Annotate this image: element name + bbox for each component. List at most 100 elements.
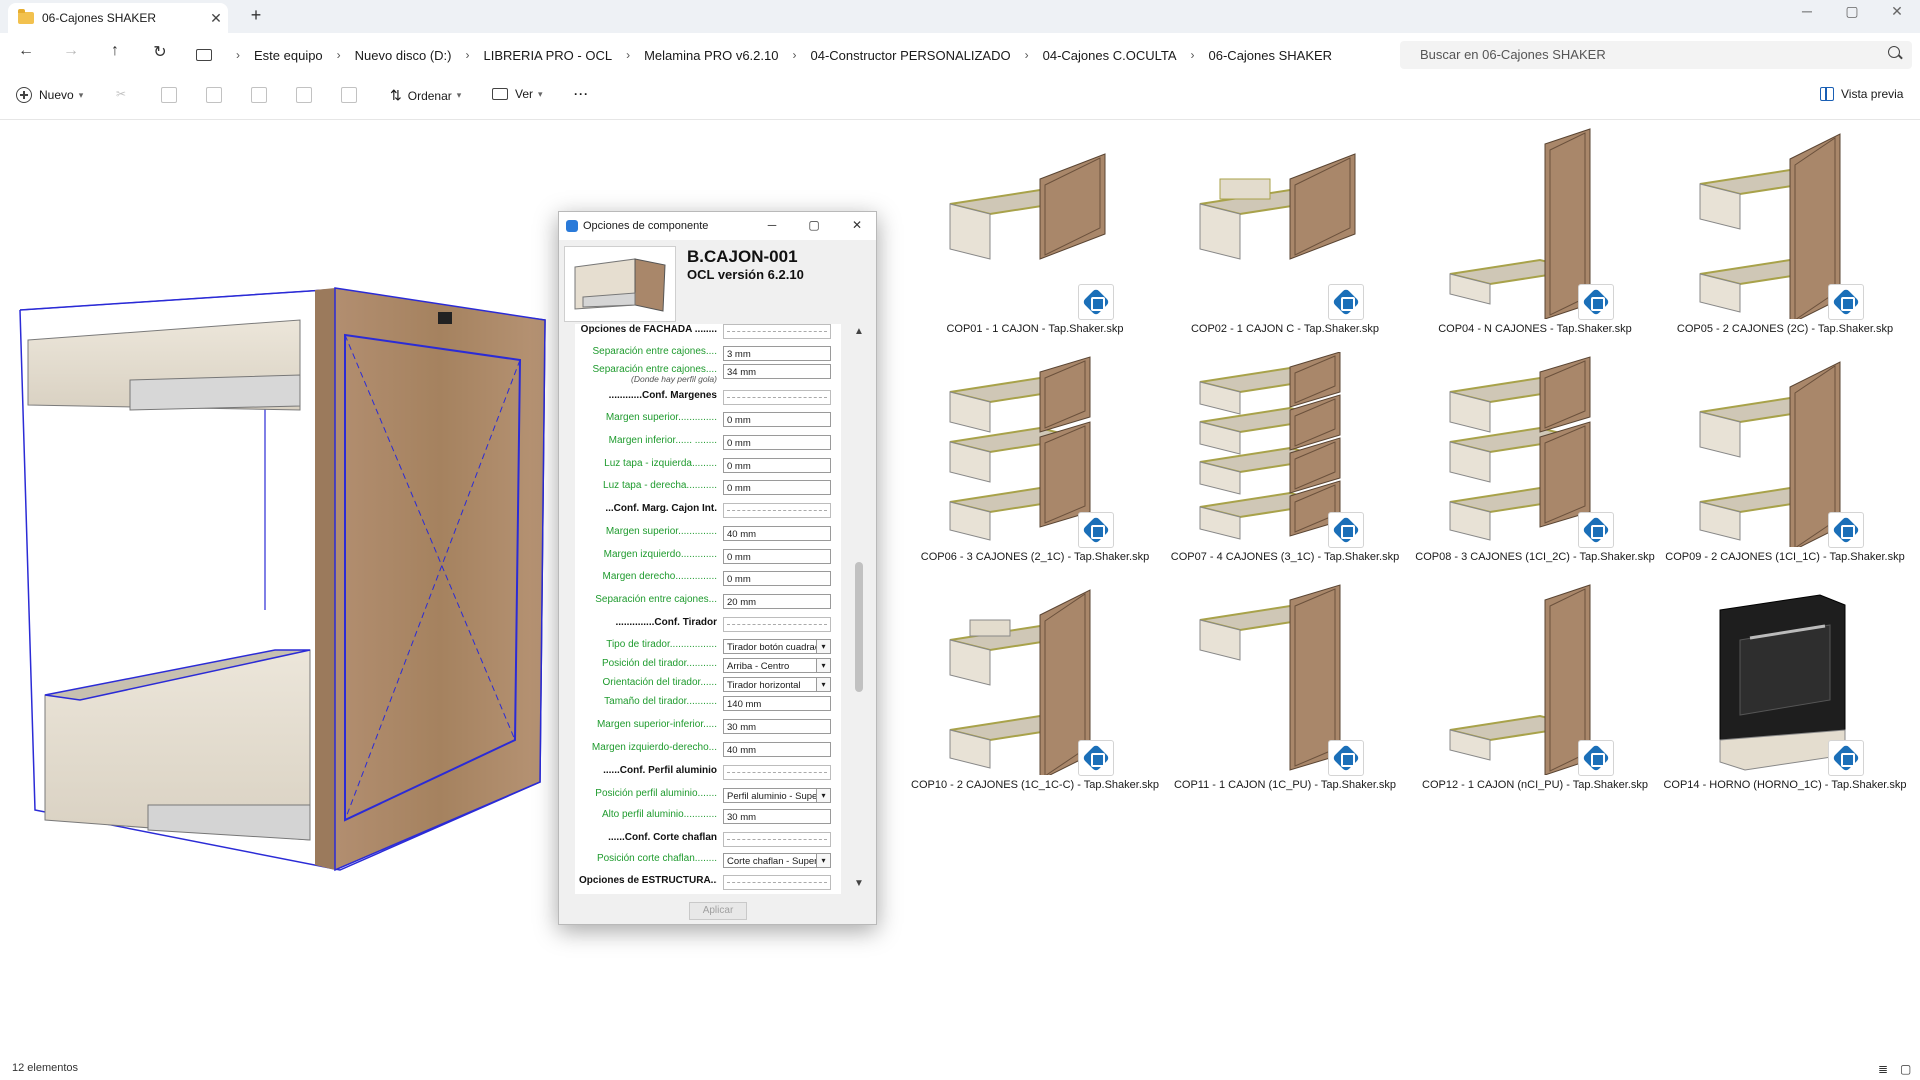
share-button[interactable] xyxy=(296,87,312,103)
chevron-down-icon[interactable]: ▾ xyxy=(816,659,830,672)
breadcrumb-constructor[interactable]: 04-Constructor PERSONALIZADO xyxy=(806,48,1014,63)
option-input[interactable]: 0 mm xyxy=(723,571,831,586)
paste-button[interactable] xyxy=(206,87,222,103)
option-input[interactable]: 140 mm xyxy=(723,696,831,711)
option-select[interactable]: Arriba - Centro ▾ xyxy=(723,658,831,673)
breadcrumb-nuevo-disco[interactable]: Nuevo disco (D:) xyxy=(351,48,456,63)
model-viewport[interactable] xyxy=(0,170,560,890)
sort-button[interactable]: ⇅ Ordenar ▾ xyxy=(390,87,461,104)
breadcrumb-separator[interactable]: › xyxy=(327,48,351,62)
option-select[interactable]: Corte chaflan - Superior ▾ xyxy=(723,853,831,868)
search-icon[interactable] xyxy=(1888,46,1900,58)
option-input[interactable]: 30 mm xyxy=(723,719,831,734)
delete-button[interactable] xyxy=(341,87,357,103)
option-input[interactable]: 20 mm xyxy=(723,594,831,609)
cut-button[interactable]: ✂ xyxy=(116,87,126,101)
chevron-down-icon[interactable]: ▾ xyxy=(816,640,830,653)
option-label: Margen inferior...... ........ xyxy=(579,435,717,446)
more-options-button[interactable]: ··· xyxy=(574,87,589,101)
dialog-close-button[interactable]: ✕ xyxy=(847,218,867,232)
tiles-view-button[interactable]: ▢ xyxy=(1900,1062,1911,1076)
section-separator-field xyxy=(723,832,831,847)
file-item[interactable]: COP14 - HORNO (HORNO_1C) - Tap.Shaker.sk… xyxy=(1660,580,1910,808)
options-scrollbar[interactable]: ▲ ▼ xyxy=(852,324,866,894)
scrollbar-thumb[interactable] xyxy=(855,562,863,692)
breadcrumb-separator[interactable]: › xyxy=(616,48,640,62)
file-item[interactable]: COP02 - 1 CAJON C - Tap.Shaker.skp xyxy=(1160,124,1410,352)
option-value: 0 mm xyxy=(727,483,751,494)
option-input[interactable]: 40 mm xyxy=(723,742,831,757)
shaker-front-panel[interactable] xyxy=(334,287,546,872)
file-item[interactable]: COP08 - 3 CAJONES (1CI_2C) - Tap.Shaker.… xyxy=(1410,352,1660,580)
breadcrumb-separator[interactable]: › xyxy=(455,48,479,62)
minimize-button[interactable]: ─ xyxy=(1792,3,1822,19)
apply-button[interactable]: Aplicar xyxy=(689,902,747,920)
breadcrumb-melamina[interactable]: Melamina PRO v6.2.10 xyxy=(640,48,782,63)
file-item[interactable]: COP09 - 2 CAJONES (1CI_1C) - Tap.Shaker.… xyxy=(1660,352,1910,580)
file-name: COP05 - 2 CAJONES (2C) - Tap.Shaker.skp xyxy=(1676,323,1894,335)
scroll-down-icon[interactable]: ▼ xyxy=(852,878,866,892)
option-label: Orientación del tirador...... xyxy=(579,677,717,688)
option-select[interactable]: Perfil aluminio - Superior ▾ xyxy=(723,788,831,803)
this-pc-icon[interactable] xyxy=(196,49,212,61)
chevron-down-icon[interactable]: ▾ xyxy=(816,854,830,867)
chevron-down-icon[interactable]: ▾ xyxy=(816,678,830,691)
breadcrumb-cajones-shaker[interactable]: 06-Cajones SHAKER xyxy=(1205,48,1337,63)
file-item[interactable]: COP12 - 1 CAJON (nCI_PU) - Tap.Shaker.sk… xyxy=(1410,580,1660,808)
tab-current-folder[interactable]: 06-Cajones SHAKER ✕ xyxy=(8,3,228,33)
breadcrumb-separator[interactable]: › xyxy=(226,48,250,62)
copy-button[interactable] xyxy=(161,87,177,103)
file-item[interactable]: COP10 - 2 CAJONES (1C_1C-C) - Tap.Shaker… xyxy=(910,580,1160,808)
new-button[interactable]: Nuevo ▾ xyxy=(16,87,83,103)
option-label-text: Margen superior-inferior..... xyxy=(596,719,717,730)
search-input[interactable]: Buscar en 06-Cajones SHAKER xyxy=(1400,41,1912,69)
file-item[interactable]: COP01 - 1 CAJON - Tap.Shaker.skp xyxy=(910,124,1160,352)
forward-button[interactable]: → xyxy=(57,42,85,64)
file-item[interactable]: COP04 - N CAJONES - Tap.Shaker.skp xyxy=(1410,124,1660,352)
option-input[interactable]: 0 mm xyxy=(723,480,831,495)
file-item[interactable]: COP06 - 3 CAJONES (2_1C) - Tap.Shaker.sk… xyxy=(910,352,1160,580)
dialog-title-bar[interactable]: Opciones de componente ─ ▢ ✕ xyxy=(559,212,876,240)
option-input[interactable]: 40 mm xyxy=(723,526,831,541)
close-tab-button[interactable]: ✕ xyxy=(204,10,228,27)
option-label: Tipo de tirador................. xyxy=(579,639,717,650)
option-input[interactable]: 34 mm xyxy=(723,364,831,379)
breadcrumb-separator[interactable]: › xyxy=(782,48,806,62)
sketchup-icon xyxy=(566,220,578,232)
rename-button[interactable] xyxy=(251,87,267,103)
option-input[interactable]: 0 mm xyxy=(723,549,831,564)
chevron-down-icon[interactable]: ▾ xyxy=(816,789,830,802)
breadcrumb-este-equipo[interactable]: Este equipo xyxy=(250,48,327,63)
breadcrumb: › Este equipo › Nuevo disco (D:) › LIBRE… xyxy=(196,42,1336,68)
file-item[interactable]: COP05 - 2 CAJONES (2C) - Tap.Shaker.skp xyxy=(1660,124,1910,352)
view-button[interactable]: Ver ▾ xyxy=(492,87,543,101)
address-bar: ← → ↑ ↻ › Este equipo › Nuevo disco (D:)… xyxy=(0,33,1920,76)
option-input[interactable]: 0 mm xyxy=(723,412,831,427)
new-tab-button[interactable]: + xyxy=(244,5,268,26)
breadcrumb-libreria[interactable]: LIBRERIA PRO - OCL xyxy=(479,48,616,63)
dialog-maximize-button[interactable]: ▢ xyxy=(804,218,824,232)
option-input[interactable]: 3 mm xyxy=(723,346,831,361)
option-input[interactable]: 0 mm xyxy=(723,435,831,450)
scroll-up-icon[interactable]: ▲ xyxy=(852,326,866,340)
maximize-button[interactable]: ▢ xyxy=(1837,3,1867,20)
option-select[interactable]: Tirador botón cuadrado ▾ xyxy=(723,639,831,654)
details-view-button[interactable]: ≣ xyxy=(1878,1062,1888,1076)
dialog-minimize-button[interactable]: ─ xyxy=(762,218,782,232)
file-item[interactable]: COP11 - 1 CAJON (1C_PU) - Tap.Shaker.skp xyxy=(1160,580,1410,808)
option-select[interactable]: Tirador horizontal ▾ xyxy=(723,677,831,692)
breadcrumb-cajones-oculta[interactable]: 04-Cajones C.OCULTA xyxy=(1039,48,1181,63)
breadcrumb-separator[interactable]: › xyxy=(1015,48,1039,62)
option-value: Corte chaflan - Superior xyxy=(727,856,828,867)
back-button[interactable]: ← xyxy=(12,42,40,64)
close-window-button[interactable]: ✕ xyxy=(1882,3,1912,20)
option-input[interactable]: 0 mm xyxy=(723,458,831,473)
file-item[interactable]: COP07 - 4 CAJONES (3_1C) - Tap.Shaker.sk… xyxy=(1160,352,1410,580)
up-button[interactable]: ↑ xyxy=(101,42,129,64)
rename-icon xyxy=(251,87,267,103)
option-input[interactable]: 30 mm xyxy=(723,809,831,824)
refresh-button[interactable]: ↻ xyxy=(146,42,174,64)
breadcrumb-separator[interactable]: › xyxy=(1181,48,1205,62)
option-value: 140 mm xyxy=(727,699,762,710)
preview-pane-button[interactable]: Vista previa xyxy=(1820,87,1903,101)
